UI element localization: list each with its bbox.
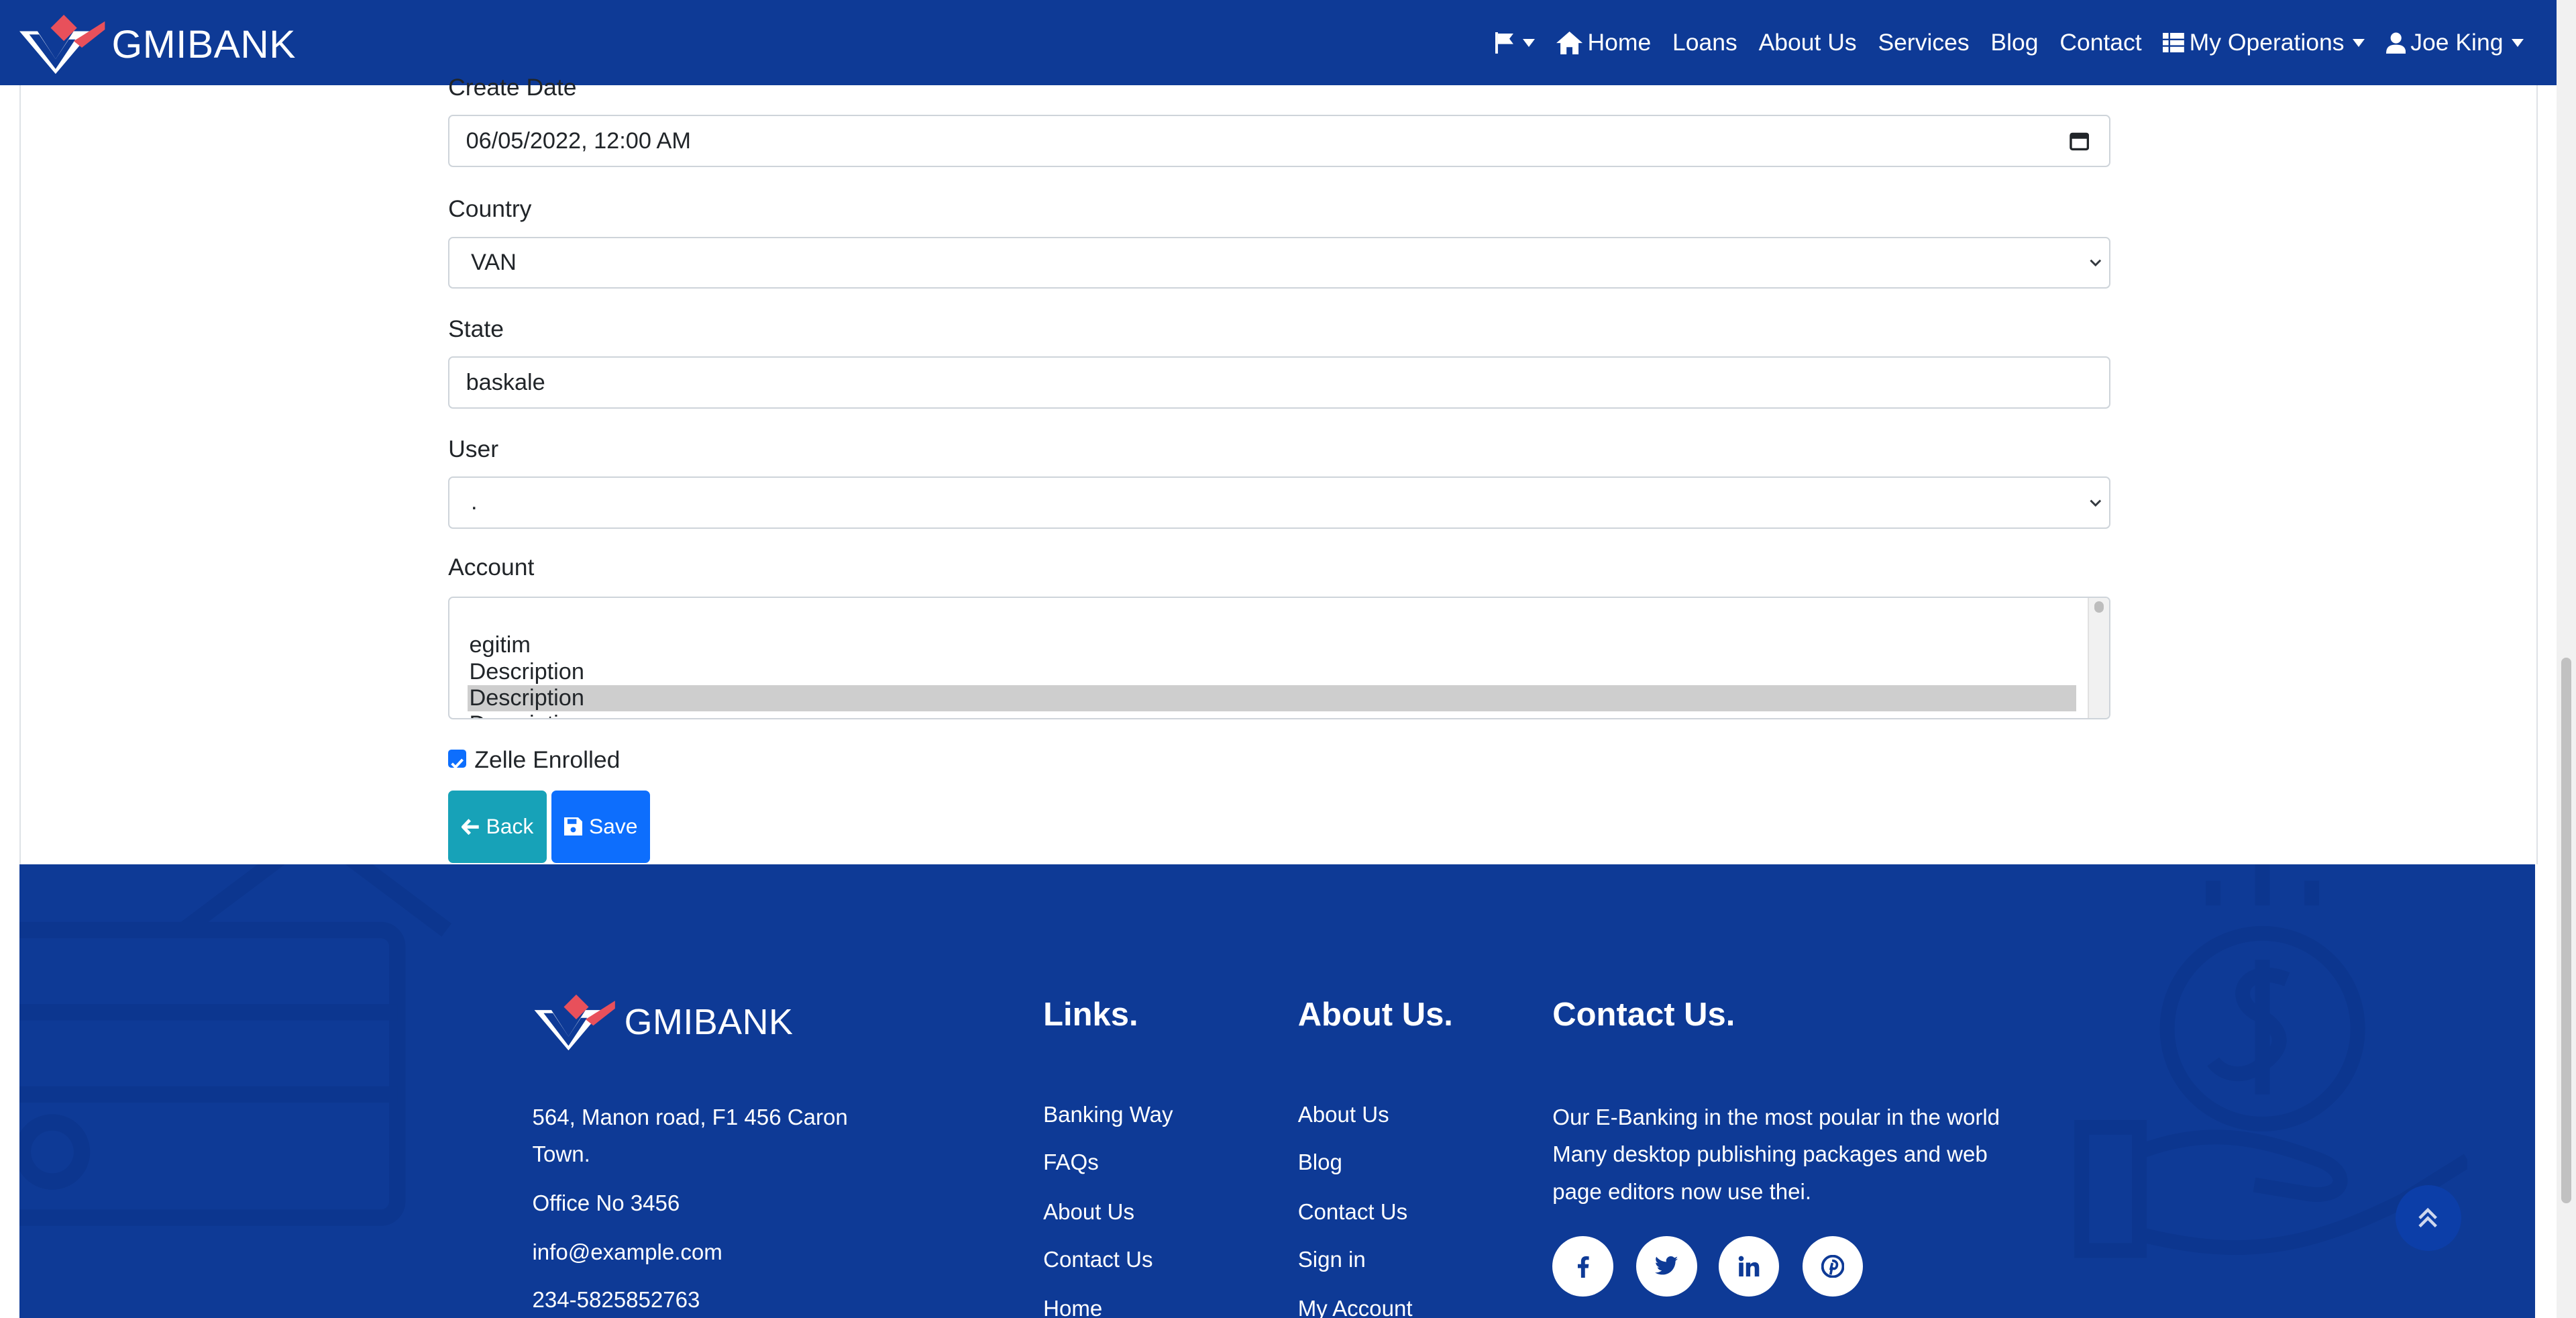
user-select[interactable]: . (448, 476, 2110, 529)
nav-services[interactable]: Services (1878, 29, 1969, 56)
chevron-down-icon (1523, 38, 1536, 47)
nav-blog[interactable]: Blog (1990, 29, 2038, 56)
footer-about-link[interactable]: About Us (1298, 1103, 1389, 1128)
table-icon (2163, 32, 2185, 53)
create-date-label: Create Date (448, 74, 577, 101)
chevron-down-icon (2090, 259, 2102, 267)
account-option-selected[interactable]: Description (468, 685, 2076, 711)
account-option[interactable]: Description (468, 711, 2076, 718)
create-date-input[interactable]: 06/05/2022, 12:00 AM (448, 115, 2110, 167)
user-value: . (470, 489, 478, 515)
arrow-left-icon (461, 818, 479, 835)
save-button[interactable]: Save (551, 790, 651, 863)
footer-contact-heading: Contact Us. (1552, 997, 1735, 1033)
country-value: VAN (470, 249, 517, 275)
create-date-value: 06/05/2022, 12:00 AM (466, 128, 691, 154)
back-button-label: Back (486, 814, 534, 839)
country-select[interactable]: VAN (448, 236, 2110, 289)
twitter-button[interactable] (1636, 1235, 1697, 1297)
chevron-down-icon (2511, 38, 2524, 47)
footer-brand-name: GMIBANK (624, 1002, 794, 1043)
footer-link[interactable]: About Us (1043, 1200, 1134, 1225)
user-icon (2385, 32, 2406, 54)
state-label: State (448, 315, 504, 343)
account-option[interactable]: egitim (468, 632, 2076, 658)
footer-about-link[interactable]: My Account (1298, 1297, 1413, 1318)
chevron-down-icon (2090, 499, 2102, 507)
nav-loans[interactable]: Loans (1672, 29, 1737, 56)
page-scrollbar-thumb[interactable] (2561, 657, 2571, 1203)
scrollbar-thumb[interactable] (2094, 601, 2104, 613)
footer-link[interactable]: FAQs (1043, 1150, 1099, 1176)
floppy-disk-icon (564, 817, 583, 836)
footer-phone: 234-5825852763 (532, 1288, 700, 1313)
nav-about-us[interactable]: About Us (1759, 29, 1857, 56)
state-input[interactable]: baskale (448, 356, 2110, 409)
nav-home[interactable]: Home (1556, 29, 1651, 56)
footer-links-heading: Links. (1043, 997, 1138, 1033)
facebook-icon (1577, 1256, 1589, 1278)
account-label: Account (448, 554, 535, 581)
account-multiselect[interactable]: egitim Description Description Descripti… (448, 596, 2110, 719)
linkedin-button[interactable] (1718, 1235, 1780, 1297)
zelle-enrolled-label[interactable]: Zelle Enrolled (474, 746, 620, 774)
user-label: User (448, 435, 499, 462)
scroll-to-top-button[interactable] (2395, 1184, 2461, 1251)
footer-about-link[interactable]: Blog (1298, 1150, 1342, 1176)
pinterest-button[interactable] (1802, 1235, 1864, 1297)
back-button[interactable]: Back (448, 790, 547, 863)
zelle-enrolled-checkbox[interactable] (448, 749, 467, 769)
gmibank-logo-icon (19, 15, 105, 74)
gmibank-logo-icon (534, 994, 616, 1050)
footer-link[interactable]: Banking Way (1043, 1103, 1173, 1128)
nav-my-operations-label: My Operations (2189, 29, 2345, 56)
chevron-down-icon (2352, 38, 2365, 47)
nav-user-dropdown[interactable]: Joe King (2385, 29, 2524, 56)
account-list-scrollbar[interactable] (2088, 597, 2109, 718)
brand-name: GMIBANK (111, 22, 296, 66)
site-footer: GMIBANK 564, Manon road, F1 456 Caron To… (19, 864, 2535, 1318)
wallet-watermark-icon (19, 864, 452, 1226)
calendar-icon[interactable] (2070, 131, 2089, 151)
footer-about-link[interactable]: Sign in (1298, 1248, 1366, 1273)
flag-icon (1495, 32, 1513, 54)
footer-link[interactable]: Contact Us (1043, 1248, 1152, 1273)
pinterest-icon (1821, 1254, 1844, 1278)
facebook-button[interactable] (1552, 1235, 1613, 1297)
home-icon (1556, 31, 1583, 54)
footer-email[interactable]: info@example.com (532, 1234, 877, 1271)
main-content: Create Date 06/05/2022, 12:00 AM Country… (19, 74, 2538, 865)
footer-about-link[interactable]: Contact Us (1298, 1200, 1407, 1225)
brand-logo[interactable]: GMIBANK (19, 15, 296, 74)
double-chevron-up-icon (2418, 1207, 2438, 1227)
save-button-label: Save (588, 814, 638, 839)
account-option[interactable] (468, 606, 2076, 632)
account-option[interactable]: Description (468, 659, 2076, 685)
footer-about-heading: About Us. (1297, 997, 1453, 1033)
nav-my-operations-dropdown[interactable]: My Operations (2163, 29, 2365, 56)
state-value: baskale (466, 369, 545, 395)
footer-brand-logo[interactable]: GMIBANK (532, 994, 794, 1050)
checkmark-icon (451, 758, 464, 769)
footer-address: 564, Manon road, F1 456 Caron Town. (532, 1105, 848, 1168)
footer-office: Office No 3456 (532, 1190, 680, 1216)
nav-contact[interactable]: Contact (2059, 29, 2141, 56)
linkedin-icon (1738, 1256, 1760, 1277)
twitter-icon (1655, 1256, 1678, 1275)
footer-link[interactable]: Home (1043, 1297, 1102, 1318)
nav-user-label: Joe King (2410, 29, 2504, 56)
footer-contact-text: Our E-Banking in the most poular in the … (1552, 1105, 2000, 1205)
country-label: Country (448, 195, 532, 223)
nav-language-dropdown[interactable] (1495, 32, 1536, 54)
page-scrollbar[interactable] (2556, 0, 2576, 1318)
main-nav: Home Loans About Us Services Blog Contac… (1495, 0, 2524, 85)
nav-home-label: Home (1587, 29, 1652, 56)
top-navbar: GMIBANK Home Loans About Us Services Blo… (0, 0, 2576, 86)
